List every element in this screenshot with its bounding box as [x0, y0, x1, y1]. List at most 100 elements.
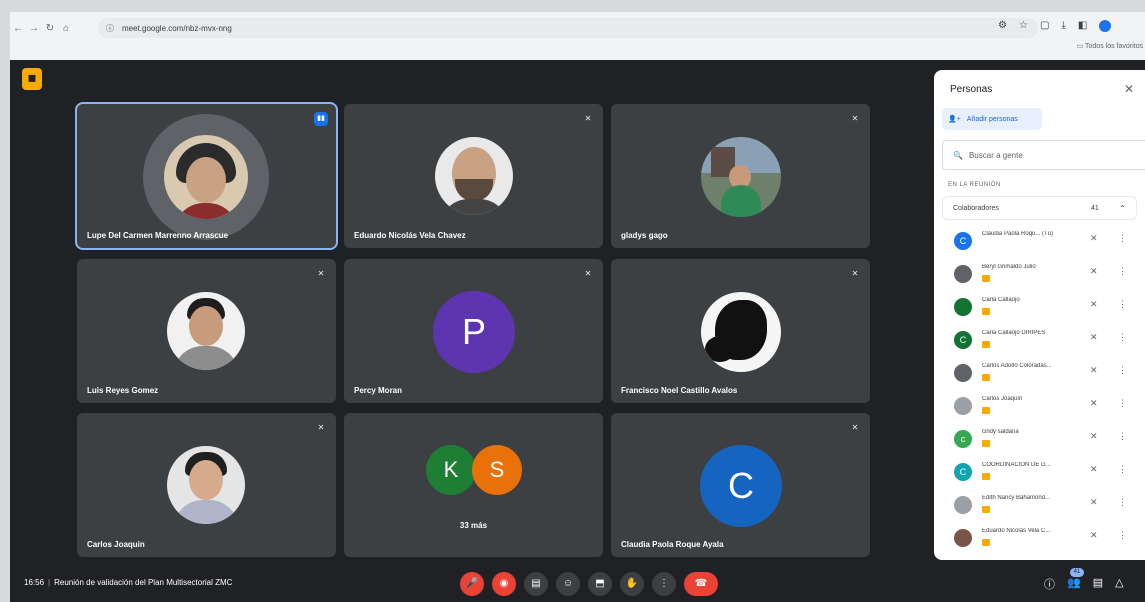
mic-muted-icon[interactable]: ✕ [1090, 233, 1098, 244]
present-button[interactable]: ⬒ [588, 572, 612, 596]
activities-icon[interactable]: △ [1115, 576, 1123, 592]
chat-icon[interactable]: ▤ [1093, 576, 1103, 592]
clock: 16:56 [24, 578, 45, 587]
add-people-label: Añadir personas [966, 115, 1018, 123]
participant-list-item[interactable]: Carlos Adolfo Coloradas... ✕ ⋮ [942, 358, 1137, 388]
close-icon[interactable]: ✕ [1124, 82, 1134, 96]
mic-muted-icon: ✕ [584, 114, 592, 123]
participant-name: Eduardo Nicolás Vela Chavez [354, 231, 466, 240]
tab-icon[interactable]: ▢ [1040, 20, 1049, 32]
add-people-button[interactable]: 👤+ Añadir personas [942, 108, 1042, 130]
avatar [435, 137, 513, 215]
more-options-icon[interactable]: ⋮ [1118, 530, 1127, 541]
mic-muted-icon[interactable]: ✕ [1090, 398, 1098, 409]
avatar [701, 292, 781, 372]
sidebar-icon[interactable]: ◧ [1078, 20, 1087, 32]
home-icon[interactable]: ⌂ [58, 23, 74, 34]
guest-badge-icon [982, 407, 990, 414]
more-options-icon[interactable]: ⋮ [1118, 266, 1127, 277]
back-icon[interactable]: ← [10, 23, 26, 34]
mic-muted-icon[interactable]: ✕ [1090, 365, 1098, 376]
url-bar[interactable]: ⓘ meet.google.com/nbz-mvx-nng [98, 18, 1038, 38]
url-text: meet.google.com/nbz-mvx-nng [122, 23, 232, 33]
participant-name: Carlos Adolfo Coloradas... [982, 363, 1052, 369]
participant-list-item[interactable]: Carla Callaojo ✕ ⋮ [942, 292, 1137, 322]
participant-list-item[interactable]: C COORDINACION DE G... ✕ ⋮ [942, 457, 1137, 487]
participant-name: Claudia Paola Roque Ayala [621, 540, 724, 549]
participant-list-item[interactable]: Carlos Joaquín ✕ ⋮ [942, 391, 1137, 421]
participant-tile[interactable]: P ✕ Percy Moran [344, 259, 603, 403]
mic-muted-icon: ✕ [317, 423, 325, 432]
profile-avatar[interactable] [1099, 20, 1112, 32]
mic-muted-icon[interactable]: ✕ [1090, 266, 1098, 277]
bookmark-star-icon[interactable]: ☆ [1019, 20, 1028, 32]
participant-tile[interactable]: ✕ gladys gago [611, 104, 870, 248]
mic-muted-icon[interactable]: ✕ [1090, 431, 1098, 442]
leave-call-button[interactable]: ☎ [684, 572, 718, 596]
more-options-icon[interactable]: ⋮ [1118, 365, 1127, 376]
more-options-icon[interactable]: ⋮ [1118, 332, 1127, 343]
guest-badge-icon [982, 308, 990, 315]
search-placeholder: Buscar a gente [968, 150, 1023, 160]
guest-badge-icon [982, 275, 990, 282]
avatar-letter: C [700, 445, 782, 527]
participant-list-item[interactable]: c cindy saldaña ✕ ⋮ [942, 424, 1137, 454]
extensions-icon[interactable]: ⚙ [998, 20, 1007, 32]
more-options-button[interactable]: ⋮ [652, 572, 676, 596]
avatar [954, 397, 972, 415]
people-icon[interactable]: 👥 [1067, 576, 1081, 592]
site-info-icon[interactable]: ⓘ [106, 23, 114, 34]
chevron-up-icon[interactable]: ⌃ [1119, 204, 1126, 213]
avatar: C [954, 232, 972, 250]
download-icon[interactable]: ⤓ [1061, 20, 1065, 32]
participant-list-item[interactable]: Eduardo Nicolás Vela C... ✕ ⋮ [942, 523, 1137, 553]
avatar [954, 265, 972, 283]
search-icon: 🔍 [953, 150, 963, 160]
participant-list-item[interactable]: Beryl Grimaldo Julio ✕ ⋮ [942, 259, 1137, 289]
participant-tile[interactable]: ✕ Carlos Joaquin [77, 413, 336, 557]
participant-name: COORDINACION DE G... [982, 462, 1051, 468]
participant-tile[interactable]: ▮▮ Lupe Del Carmen Marrenno Arrascue [77, 104, 336, 248]
avatar [167, 292, 245, 370]
bookmarks-folder[interactable]: ▭ Todos los favoritos [1077, 42, 1143, 50]
mic-off-button[interactable]: 🎤 [460, 572, 484, 596]
reload-icon[interactable]: ↻ [42, 23, 58, 34]
collaborators-group[interactable]: Colaboradores 41 ⌃ [942, 196, 1137, 220]
avatar: c [954, 430, 972, 448]
others-tile[interactable]: K S 33 más [344, 413, 603, 557]
more-options-icon[interactable]: ⋮ [1118, 497, 1127, 508]
participant-tile[interactable]: ✕ Luis Reyes Gomez [77, 259, 336, 403]
participant-tile[interactable]: ✕ Eduardo Nicolás Vela Chavez [344, 104, 603, 248]
bookmarks-label: Todos los favoritos [1085, 43, 1143, 50]
camera-off-button[interactable]: ◉ [492, 572, 516, 596]
meeting-title: Reunión de validación del Plan Multisect… [54, 578, 233, 587]
mic-muted-icon[interactable]: ✕ [1090, 464, 1098, 475]
mic-muted-icon[interactable]: ✕ [1090, 332, 1098, 343]
participant-name: Edith Nancy Bahamond... [982, 495, 1051, 501]
mic-muted-icon[interactable]: ✕ [1090, 299, 1098, 310]
people-panel: Personas ✕ 👤+ Añadir personas 🔍 Buscar a… [934, 70, 1145, 560]
avatar [954, 298, 972, 316]
mic-muted-icon[interactable]: ✕ [1090, 497, 1098, 508]
info-icon[interactable]: ⓘ [1044, 576, 1055, 592]
more-options-icon[interactable]: ⋮ [1118, 233, 1127, 244]
participant-name: Carla Callaojo DIRIPES [982, 330, 1046, 336]
participant-tile[interactable]: ✕ Francisco Noel Castillo Avalos [611, 259, 870, 403]
meeting-info: 16:56 | Reunión de validación del Plan Mul… [24, 578, 233, 587]
forward-icon[interactable]: → [26, 23, 42, 34]
more-options-icon[interactable]: ⋮ [1118, 299, 1127, 310]
more-options-icon[interactable]: ⋮ [1118, 398, 1127, 409]
participant-tile[interactable]: C ✕ Claudia Paola Roque Ayala [611, 413, 870, 557]
raise-hand-button[interactable]: ✋ [620, 572, 644, 596]
emoji-button[interactable]: ☺ [556, 572, 580, 596]
participant-list-item[interactable]: C Claudia Paola Roqu... (Tú) ✕ ⋮ [942, 226, 1137, 256]
mic-muted-icon[interactable]: ✕ [1090, 530, 1098, 541]
participant-list-item[interactable]: C Carla Callaojo DIRIPES ✕ ⋮ [942, 325, 1137, 355]
participant-name: Luis Reyes Gomez [87, 386, 159, 395]
captions-button[interactable]: ▤ [524, 572, 548, 596]
people-search-input[interactable]: 🔍 Buscar a gente [942, 140, 1145, 170]
more-options-icon[interactable]: ⋮ [1118, 464, 1127, 475]
participant-list-item[interactable]: Edith Nancy Bahamond... ✕ ⋮ [942, 490, 1137, 520]
more-options-icon[interactable]: ⋮ [1118, 431, 1127, 442]
avatar [164, 135, 248, 219]
